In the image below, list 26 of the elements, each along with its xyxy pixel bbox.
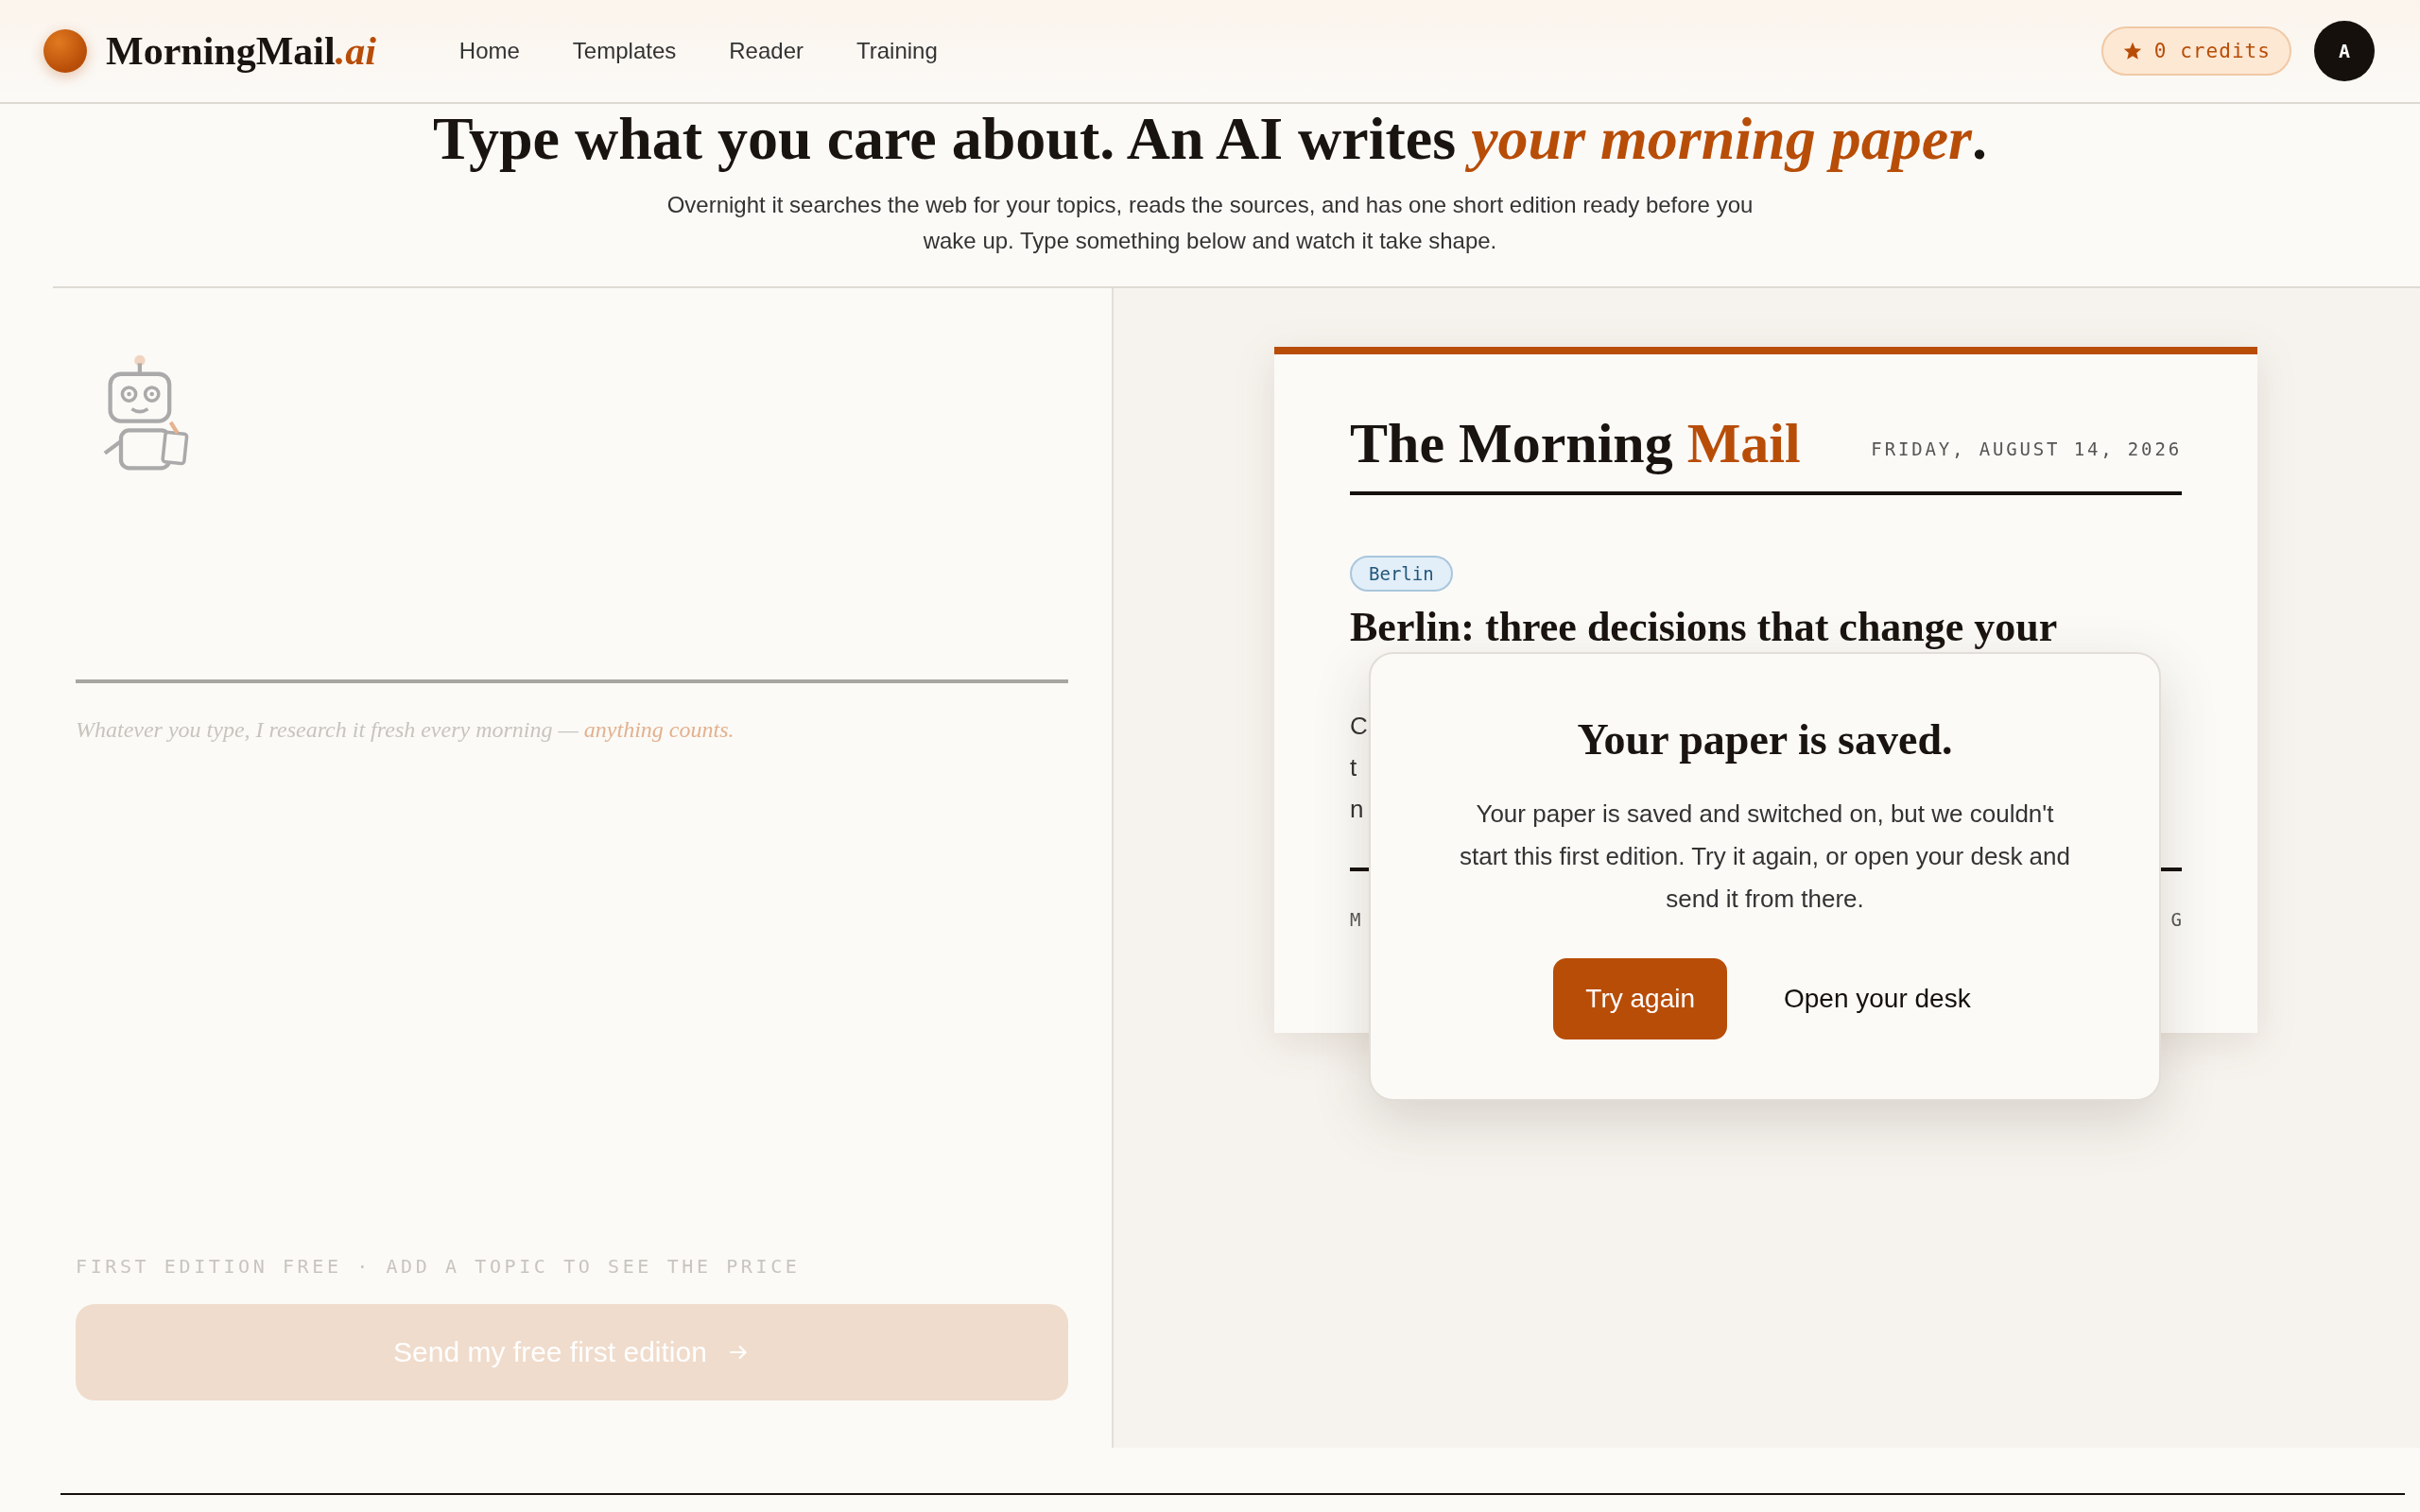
hint-text: Whatever you type, I research it fresh every morning — anything counts.	[76, 717, 735, 743]
dialog-message: Your paper is saved and switched on, but we couldn't start this first edition. Try it again, or open your desk and send it from there.	[1459, 799, 2071, 915]
logo-icon	[43, 29, 87, 73]
try-again-button[interactable]: Try again	[1553, 958, 1727, 1040]
credits-badge[interactable]: 0 credits	[2100, 26, 2291, 76]
credits-count: 0 credits	[2153, 40, 2271, 62]
nav-link[interactable]: Reader	[729, 38, 804, 64]
article-text: n	[1350, 794, 1364, 825]
open-desk-button[interactable]: Open your desk	[1778, 983, 1977, 1015]
price-note: FIRST EDITION FREE · ADD A TOPIC TO SEE THE PRICE	[76, 1255, 802, 1278]
article-headline: Berlin: three decisions that change your	[1350, 603, 2059, 652]
footer-text: G	[2170, 909, 2182, 930]
article-text: C	[1350, 711, 1368, 742]
edition-date: FRIDAY, AUGUST 14, 2026	[1871, 438, 2182, 461]
topic-tag: Berlin	[1350, 556, 1453, 592]
hero-title: Type what you care about. An AI writes your morning paper.	[432, 104, 1988, 174]
masthead: The Morning Mail	[1350, 411, 1801, 476]
footer-text: M	[1350, 909, 1361, 930]
hero-subtitle: Overnight it searches the web for your topics, reads the sources, and has one short edition ready before you wake up. Type something below and watch it take shape.	[666, 191, 1754, 255]
brand-logo[interactable]: MorningMail.ai	[106, 28, 376, 74]
nav-link[interactable]: Home	[458, 38, 520, 64]
nav-link[interactable]: Templates	[572, 38, 677, 64]
dialog-title: Your paper is saved.	[1576, 714, 1954, 765]
article-text: t	[1350, 752, 1357, 783]
nav-link[interactable]: Training	[856, 38, 938, 64]
avatar-button[interactable]: A	[2314, 21, 2375, 81]
